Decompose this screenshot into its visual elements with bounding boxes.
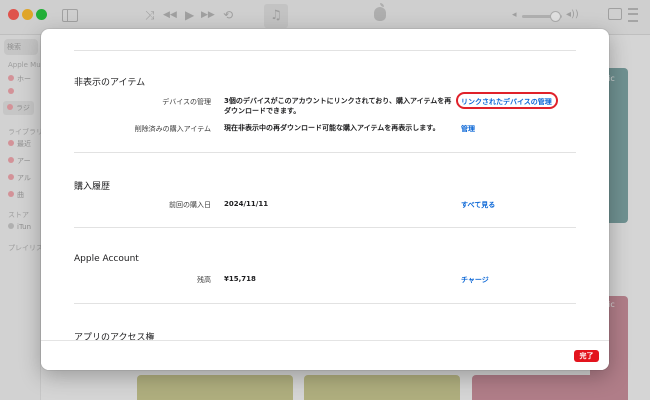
- manage-devices-description-line1: 3個のデバイスがこのアカウントにリンクされており、購入アイテムを再: [224, 97, 452, 105]
- divider: [74, 227, 576, 228]
- account-info-sheet: 非表示のアイテム デバイスの管理 3個のデバイスがこのアカウントにリンクされてお…: [41, 29, 609, 370]
- hidden-items-heading: 非表示のアイテム: [74, 78, 146, 88]
- manage-devices-description-line2: ダウンロードできます。: [224, 107, 301, 115]
- highlight-ring: [456, 92, 558, 109]
- divider: [74, 303, 576, 304]
- deleted-purchases-description: 現在非表示中の再ダウンロード可能な購入アイテムを再表示します。: [224, 124, 440, 132]
- purchase-history-heading: 購入履歴: [74, 182, 111, 192]
- see-all-purchases-link[interactable]: すべて見る: [461, 200, 495, 210]
- add-funds-link[interactable]: チャージ: [461, 275, 489, 285]
- balance-value: ¥15,718: [224, 275, 256, 283]
- last-purchase-date: 2024/11/11: [224, 200, 269, 208]
- deleted-purchases-label: 削除済みの購入アイテム: [134, 125, 211, 133]
- manage-hidden-purchases-link[interactable]: 管理: [461, 124, 475, 134]
- apple-account-heading: Apple Account: [74, 254, 139, 264]
- done-button[interactable]: 完了: [574, 350, 599, 362]
- manage-devices-label: デバイスの管理: [162, 98, 211, 106]
- manage-devices-description: 3個のデバイスがこのアカウントにリンクされており、購入アイテムを再 ダウンロード…: [224, 96, 451, 116]
- divider: [74, 50, 576, 51]
- last-purchase-label: 前回の購入日: [169, 201, 211, 209]
- sheet-footer: 完了: [41, 340, 609, 370]
- balance-label: 残高: [197, 276, 211, 284]
- divider: [74, 152, 576, 153]
